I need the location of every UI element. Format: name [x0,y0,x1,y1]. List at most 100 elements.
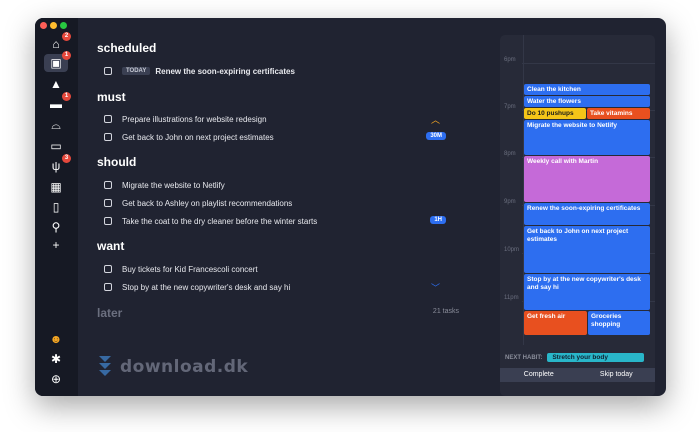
chevron-down-icon[interactable]: ﹀ [431,281,440,294]
task-checkbox[interactable] [104,265,112,273]
grid-icon: ▦ [50,180,62,194]
download-arrows-icon [99,356,111,376]
calendar-event[interactable]: Renew the soon-expiring certificates [524,203,650,225]
app-window: ⌂ 2 ▣ 1 ▲ ▬ 1 ⌓ ▭ ψ 3 ▦ ▯ ⚲ + ☻ ✱ ⊕ sche… [35,18,666,396]
search-icon: ⚲ [51,220,61,234]
calendar-event[interactable]: Get back to John on next project estimat… [524,226,650,273]
task-label: Buy tickets for Kid Francescoli concert [122,264,258,274]
section-must: must [97,90,126,104]
calendar-event[interactable]: Do 10 pushups [524,108,586,119]
task-item[interactable]: Take the coat to the dry cleaner before … [104,214,317,228]
task-checkbox[interactable] [104,181,112,189]
section-later[interactable]: later [97,306,122,320]
next-habit-label: NEXT HABIT: [505,354,543,361]
sidebar: ⌂ 2 ▣ 1 ▲ ▬ 1 ⌓ ▭ ψ 3 ▦ ▯ ⚲ + ☻ ✱ ⊕ [35,18,78,396]
skip-today-button[interactable]: Skip today [578,368,656,382]
today-badge: TODAY [122,67,151,75]
task-item[interactable]: Get back to Ashley on playlist recommend… [104,196,292,210]
sidebar-item-shopping[interactable]: ⌓ [44,116,68,134]
watermark: download.dk [98,355,248,379]
calendar-event[interactable]: Migrate the website to Netlify [524,120,650,155]
task-item[interactable]: Stop by at the new copywriter's desk and… [104,280,290,294]
settings-button[interactable]: ✱ [44,350,68,368]
task-label: Stop by at the new copywriter's desk and… [122,282,291,292]
search-button[interactable]: ⚲ [44,218,68,236]
watermark-text: download.dk [120,357,249,377]
gear-icon: ✱ [50,352,62,366]
hour-label: 10pm [504,247,520,253]
sidebar-item-food[interactable]: ψ 3 [44,154,71,175]
task-checkbox[interactable] [104,283,112,291]
next-habit-pill[interactable]: Stretch your body [547,353,645,362]
task-checkbox[interactable] [104,67,112,75]
hour-label: 11pm [504,295,519,301]
sidebar-item-car[interactable]: ▬ 1 [44,92,71,113]
task-checkbox[interactable] [104,115,112,123]
hour-label: 8pm [504,151,516,157]
task-label: Get back to Ashley on playlist recommend… [122,198,293,208]
habit-actions: Complete Skip today [500,368,655,382]
hour-label: 7pm [504,104,516,110]
calendar-event[interactable]: Get fresh air [524,311,587,335]
add-icon: + [52,238,60,252]
calendar-event[interactable]: Take vitamins [587,108,650,119]
sidebar-item-work[interactable]: ▣ 1 [44,51,71,72]
hour-line [522,63,655,64]
duration-tag: 1H [430,216,446,224]
hour-label: 6pm [504,57,516,63]
task-list: scheduled TODAY Renew the soon-expiring … [78,18,488,396]
add-list-button[interactable]: + [44,236,68,254]
next-habit-bar: NEXT HABIT: Stretch your body [500,349,655,366]
zoom-window-button[interactable] [60,22,67,29]
badge: 1 [62,92,71,101]
add-circle-icon: ⊕ [50,372,62,386]
later-task-count: 21 tasks [432,308,459,315]
basket-icon: ⌓ [51,117,61,132]
car-icon: ▬ [50,97,62,111]
window-controls [40,22,67,29]
fork-knife-icon: ψ [51,159,61,173]
smiley-icon: ☻ [49,332,63,346]
task-item[interactable]: Get back to John on next project estimat… [104,130,274,144]
home-icon: ⌂ [52,37,60,51]
task-label: Renew the soon-expiring certificates [155,66,295,76]
task-item[interactable]: Prepare illustrations for website redesi… [104,112,267,126]
task-checkbox[interactable] [104,199,112,207]
task-label: Take the coat to the dry cleaner before … [122,216,318,226]
add-task-button[interactable]: ⊕ [44,370,68,388]
calendar-event[interactable]: Groceries shopping [588,311,650,335]
task-item[interactable]: Migrate the website to Netlify [104,178,225,192]
calendar-event[interactable]: Stop by at the new copywriter's desk and… [524,274,650,310]
task-label: Prepare illustrations for website redesi… [122,114,267,124]
badge: 1 [62,51,71,60]
calendar-event[interactable]: Water the flowers [524,96,650,107]
duration-tag: 30M [426,132,446,140]
mood-button[interactable]: ☻ [44,330,68,348]
calendar-event[interactable]: Weekly call with Martin [524,156,650,202]
sidebar-item-movies[interactable]: ▭ [44,137,68,155]
minimize-window-button[interactable] [50,22,57,29]
graduation-cap-icon: ▲ [50,77,62,91]
sidebar-item-reading[interactable]: ▯ [44,198,68,216]
badge: 3 [62,154,71,163]
hour-label: 9pm [504,199,516,205]
clapperboard-icon: ▭ [50,139,62,153]
task-label: Migrate the website to Netlify [122,180,225,190]
chevron-up-icon[interactable]: ︿ [431,113,440,126]
section-want: want [97,239,125,253]
complete-button[interactable]: Complete [500,368,578,382]
section-should: should [97,155,137,169]
sidebar-item-grid[interactable]: ▦ [44,178,68,196]
task-checkbox[interactable] [104,217,112,225]
sidebar-item-study[interactable]: ▲ [44,75,68,93]
task-item[interactable]: TODAY Renew the soon-expiring certificat… [104,64,295,78]
section-scheduled: scheduled [97,41,157,55]
task-item[interactable]: Buy tickets for Kid Francescoli concert [104,262,258,276]
task-label: Get back to John on next project estimat… [122,132,274,142]
calendar-event[interactable]: Clean the kitchen [524,84,650,95]
close-window-button[interactable] [40,22,47,29]
book-icon: ▯ [52,200,60,214]
task-checkbox[interactable] [104,133,112,141]
badge: 2 [62,32,71,41]
briefcase-icon: ▣ [50,56,62,70]
